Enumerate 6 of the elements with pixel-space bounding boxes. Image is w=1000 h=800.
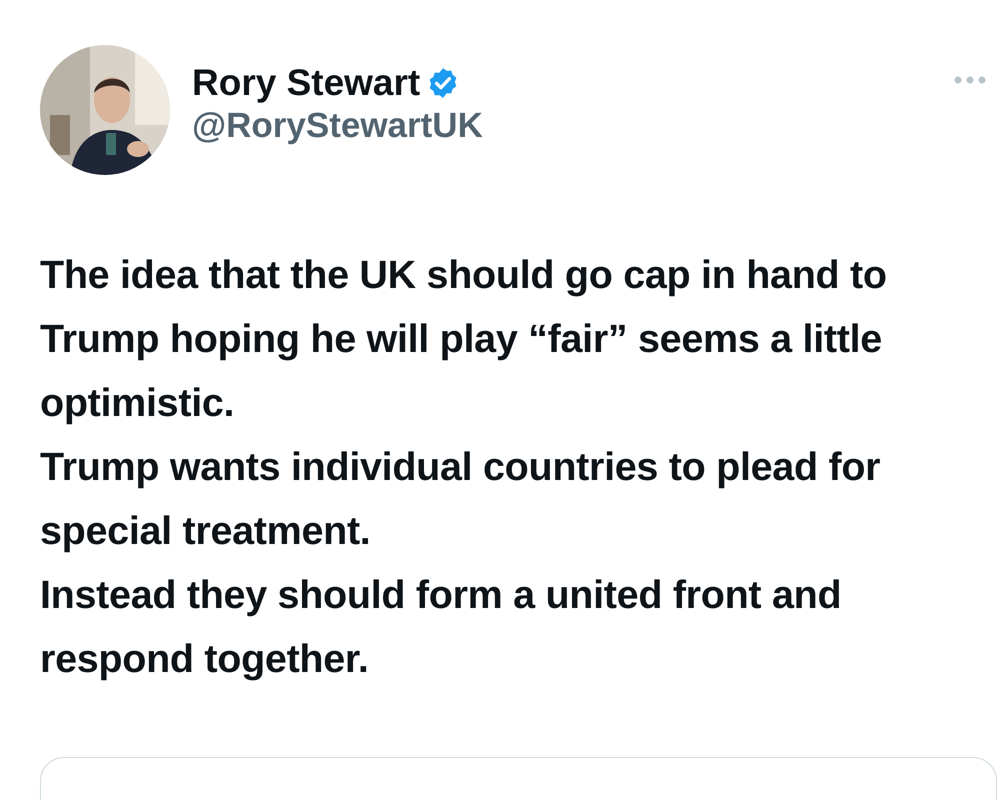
author-handle[interactable]: @RoryStewartUK — [192, 106, 483, 146]
more-options-icon[interactable] — [952, 74, 988, 86]
author-name[interactable]: Rory Stewart — [192, 62, 420, 104]
tweet-text: Trump wants individual countries to plead for special treatment. — [40, 444, 882, 555]
tweet-text: Instead they should form a united front and respond together. — [40, 572, 842, 683]
tweet-text: The idea that the UK should go cap in hand to Trump hoping he will play “fair” seems a little optimistic. — [40, 252, 888, 427]
